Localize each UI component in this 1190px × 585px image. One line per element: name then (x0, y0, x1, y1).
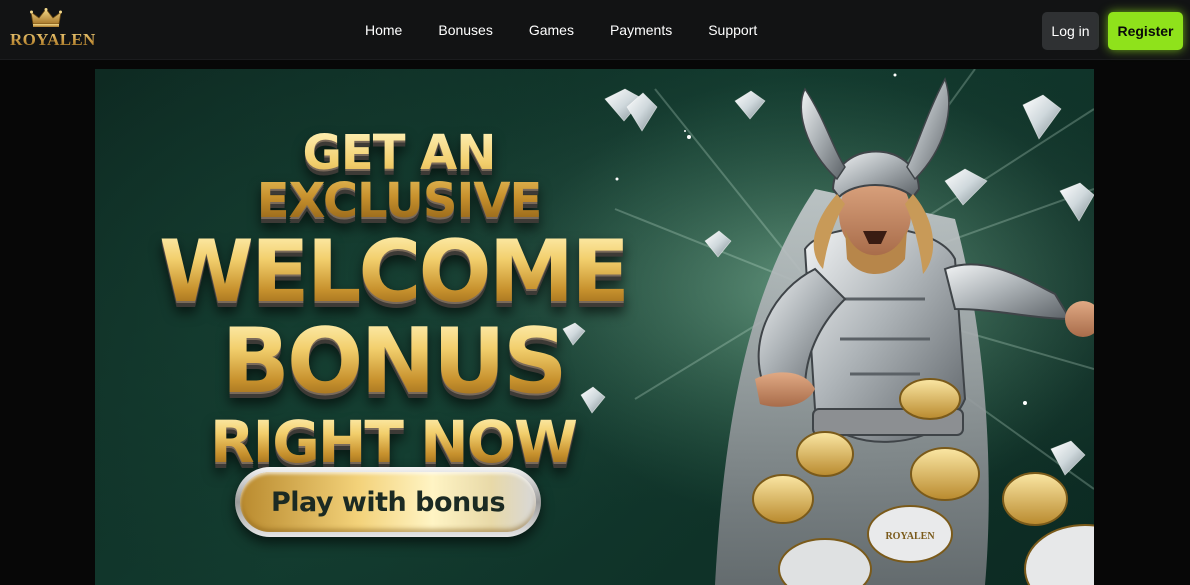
main-nav: Home Bonuses Games Payments Support (365, 21, 757, 41)
crown-icon (30, 8, 62, 27)
nav-item-support[interactable]: Support (708, 21, 757, 41)
headline-line-4: RIGHT NOW (153, 413, 633, 471)
headline-line-3: BONUS (153, 317, 633, 407)
headline-line-1: GET AN EXCLUSIVE (165, 129, 633, 225)
brand-logo[interactable]: ROYALEN (8, 8, 95, 52)
site-header: ROYALEN Home Bonuses Games Payments Supp… (0, 0, 1190, 60)
register-button[interactable]: Register (1108, 12, 1183, 50)
play-with-bonus-button[interactable]: Play with bonus (235, 467, 541, 537)
welcome-bonus-banner[interactable]: GET AN EXCLUSIVE WELCOME BONUS RIGHT NOW… (95, 69, 1094, 585)
headline-line-2: WELCOME (153, 229, 633, 315)
login-button[interactable]: Log in (1042, 12, 1099, 50)
play-with-bonus-button-face: Play with bonus (240, 472, 536, 532)
nav-item-home[interactable]: Home (365, 21, 402, 41)
banner-headline: GET AN EXCLUSIVE WELCOME BONUS RIGHT NOW (153, 129, 633, 471)
nav-item-payments[interactable]: Payments (610, 21, 672, 41)
nav-item-bonuses[interactable]: Bonuses (438, 21, 492, 41)
brand-name: ROYALEN (10, 30, 96, 49)
warrior-hero-illustration: ROYALEN (715, 77, 1094, 585)
nav-item-games[interactable]: Games (529, 21, 574, 41)
play-with-bonus-label: Play with bonus (270, 486, 506, 518)
chip-logo-text: ROYALEN (885, 531, 935, 542)
